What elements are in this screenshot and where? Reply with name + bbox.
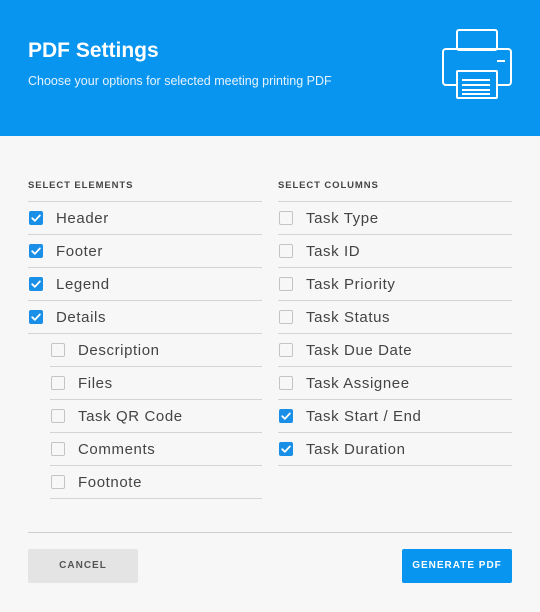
select-columns-heading: SELECT COLUMNS	[278, 180, 512, 202]
checkbox-row-description[interactable]: Description	[50, 334, 262, 367]
cancel-button[interactable]: CANCEL	[28, 549, 138, 583]
checkbox-row-legend[interactable]: Legend	[28, 268, 262, 301]
checkbox-row-task-due-date[interactable]: Task Due Date	[278, 334, 512, 367]
checkbox-label: Task Type	[306, 210, 379, 227]
checkmark-icon	[31, 313, 41, 321]
checkbox-row-files[interactable]: Files	[50, 367, 262, 400]
checkbox-unchecked[interactable]	[279, 277, 293, 291]
checkbox-row-task-type[interactable]: Task Type	[278, 202, 512, 235]
checkmark-icon	[281, 445, 291, 453]
checkbox-checked[interactable]	[29, 244, 43, 258]
checkbox-row-task-start-end[interactable]: Task Start / End	[278, 400, 512, 433]
checkbox-row-task-id[interactable]: Task ID	[278, 235, 512, 268]
checkbox-unchecked[interactable]	[51, 409, 65, 423]
checkbox-row-footnote[interactable]: Footnote	[50, 466, 262, 499]
generate-pdf-button[interactable]: GENERATE PDF	[402, 549, 512, 583]
checkbox-checked[interactable]	[29, 310, 43, 324]
checkbox-row-header[interactable]: Header	[28, 202, 262, 235]
elements-list: Header Footer Legend Details Description File…	[28, 202, 262, 499]
checkbox-unchecked[interactable]	[279, 343, 293, 357]
columns-list: Task Type Task ID Task Priority Task Status…	[278, 202, 512, 466]
checkbox-row-task-assignee[interactable]: Task Assignee	[278, 367, 512, 400]
checkbox-row-task-priority[interactable]: Task Priority	[278, 268, 512, 301]
select-elements-heading: SELECT ELEMENTS	[28, 180, 262, 202]
checkbox-label: Task Assignee	[306, 375, 410, 392]
checkbox-label: Footnote	[78, 474, 143, 491]
checkbox-checked[interactable]	[279, 409, 293, 423]
checkbox-checked[interactable]	[279, 442, 293, 456]
checkbox-row-details[interactable]: Details	[28, 301, 262, 334]
checkbox-unchecked[interactable]	[51, 475, 65, 489]
checkbox-label: Task ID	[306, 243, 361, 260]
checkbox-label: Comments	[78, 441, 156, 458]
checkbox-row-task-qr-code[interactable]: Task QR Code	[50, 400, 262, 433]
checkbox-label: Task QR Code	[78, 408, 183, 425]
checkbox-label: Task Priority	[306, 276, 396, 293]
checkbox-label: Task Status	[306, 309, 391, 326]
printer-icon	[442, 29, 512, 99]
checkbox-label: Header	[56, 210, 109, 227]
checkbox-unchecked[interactable]	[279, 376, 293, 390]
checkmark-icon	[31, 280, 41, 288]
checkbox-unchecked[interactable]	[51, 442, 65, 456]
checkbox-label: Task Due Date	[306, 342, 413, 359]
checkbox-unchecked[interactable]	[279, 244, 293, 258]
checkmark-icon	[31, 247, 41, 255]
checkbox-row-comments[interactable]: Comments	[50, 433, 262, 466]
checkbox-unchecked[interactable]	[51, 376, 65, 390]
checkbox-row-task-duration[interactable]: Task Duration	[278, 433, 512, 466]
checkbox-row-footer[interactable]: Footer	[28, 235, 262, 268]
checkbox-unchecked[interactable]	[279, 310, 293, 324]
checkbox-label: Details	[56, 309, 107, 326]
select-columns-column: SELECT COLUMNS Task Type Task ID Task Prio…	[278, 180, 512, 466]
select-elements-column: SELECT ELEMENTS Header Footer Legend Detail…	[28, 180, 262, 499]
checkbox-label: Footer	[56, 243, 103, 260]
checkbox-row-task-status[interactable]: Task Status	[278, 301, 512, 334]
checkmark-icon	[281, 412, 291, 420]
checkbox-label: Task Start / End	[306, 408, 422, 425]
checkbox-label: Legend	[56, 276, 110, 293]
checkbox-label: Task Duration	[306, 441, 406, 458]
checkbox-unchecked[interactable]	[51, 343, 65, 357]
checkmark-icon	[31, 214, 41, 222]
checkbox-unchecked[interactable]	[279, 211, 293, 225]
page-title: PDF Settings	[28, 39, 159, 62]
checkbox-checked[interactable]	[29, 211, 43, 225]
header-banner: PDF Settings Choose your options for sel…	[0, 0, 540, 136]
checkbox-checked[interactable]	[29, 277, 43, 291]
checkbox-label: Files	[78, 375, 113, 392]
checkbox-label: Description	[78, 342, 160, 359]
footer-divider	[28, 532, 512, 533]
page-subtitle: Choose your options for selected meeting…	[28, 74, 332, 88]
